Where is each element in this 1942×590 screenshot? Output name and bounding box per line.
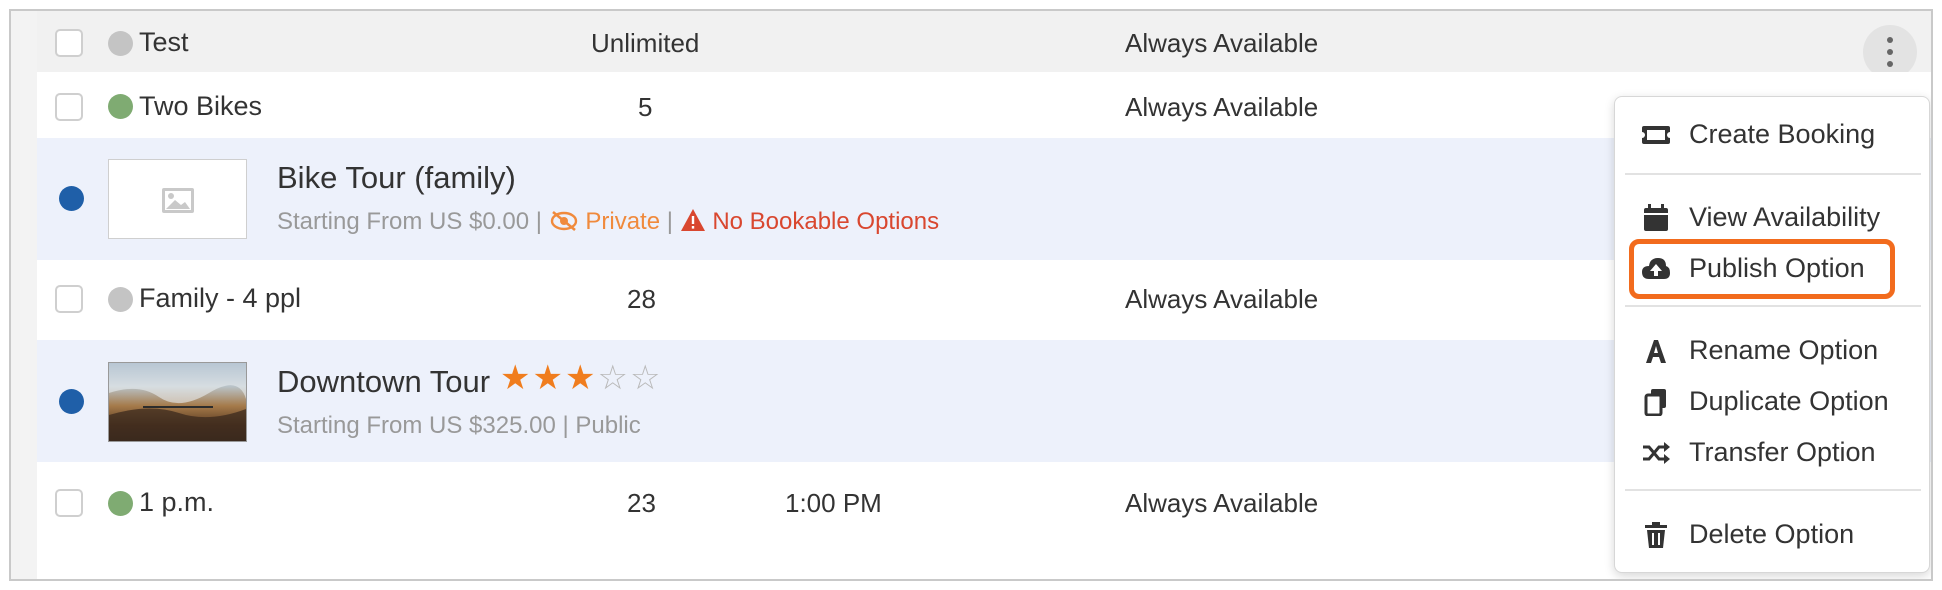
row-checkbox[interactable] <box>55 489 83 517</box>
calendar-icon <box>1644 204 1668 231</box>
starting-price: Starting From US $0.00 <box>277 208 530 235</box>
menu-item-rename-option[interactable]: Rename Option <box>1615 329 1931 373</box>
star-empty-icon: ☆ <box>597 359 630 397</box>
menu-item-transfer-option[interactable]: Transfer Option <box>1615 431 1931 475</box>
letter-a-icon <box>1646 340 1666 363</box>
option-name: Family - 4 ppl <box>139 283 302 313</box>
options-table: Test Unlimited Always Available Two Bike… <box>37 11 1931 579</box>
table-row[interactable]: Test Unlimited Always Available <box>37 11 1931 79</box>
status-dot <box>108 491 133 516</box>
menu-divider <box>1625 173 1921 175</box>
row-checkbox[interactable] <box>55 285 83 313</box>
tour-title[interactable]: Bike Tour (family) <box>277 160 516 196</box>
availability-cell: Always Available <box>1125 28 1319 58</box>
trash-icon <box>1645 522 1667 548</box>
row-checkbox[interactable] <box>55 93 83 121</box>
menu-item-delete-option[interactable]: Delete Option <box>1615 513 1931 557</box>
options-dropdown-menu: Create Booking View Availability Publish… <box>1614 96 1930 573</box>
quantity-cell: 5 <box>638 92 653 122</box>
tour-subtitle: Starting From US $0.00 | Private | No Bo… <box>277 208 940 235</box>
status-dot <box>108 94 133 119</box>
tour-status-dot <box>59 186 84 211</box>
copy-icon <box>1644 389 1666 416</box>
availability-cell: Always Available <box>1125 92 1319 122</box>
tour-photo <box>108 362 247 442</box>
star-empty-icon: ☆ <box>629 359 663 397</box>
visibility-label: Public <box>575 412 641 439</box>
quantity-cell: 23 <box>627 488 656 518</box>
star-filled-icon: ★ <box>500 359 533 397</box>
option-name: Two Bikes <box>139 91 263 121</box>
quantity-cell: 28 <box>627 284 656 314</box>
availability-cell: Always Available <box>1125 284 1319 314</box>
star-filled-icon: ★ <box>564 359 598 397</box>
starting-price: Starting From US $325.00 <box>277 412 556 439</box>
menu-item-duplicate-option[interactable]: Duplicate Option <box>1615 380 1931 424</box>
warning-triangle-icon <box>680 209 705 231</box>
menu-divider <box>1625 305 1921 307</box>
availability-cell: Always Available <box>1125 488 1319 518</box>
star-rating: ★★★☆☆ <box>500 358 662 398</box>
shuffle-icon <box>1643 442 1670 464</box>
status-dot <box>108 31 133 56</box>
more-options-button[interactable] <box>1863 25 1917 79</box>
status-dot <box>108 287 133 312</box>
tour-status-dot <box>59 389 84 414</box>
cloud-upload-icon <box>1642 258 1670 279</box>
option-name: Test <box>139 27 189 57</box>
menu-item-create-booking[interactable]: Create Booking <box>1615 113 1931 157</box>
options-panel: Test Unlimited Always Available Two Bike… <box>9 9 1933 581</box>
time-cell: 1:00 PM <box>785 488 882 518</box>
quantity-cell: Unlimited <box>591 28 700 58</box>
star-filled-icon: ★ <box>532 359 565 397</box>
eye-slash-icon <box>550 210 577 232</box>
tour-subtitle: Starting From US $325.00 | Public <box>277 412 641 439</box>
menu-item-view-availability[interactable]: View Availability <box>1615 196 1931 240</box>
ticket-icon <box>1641 126 1671 144</box>
image-placeholder-icon <box>108 159 247 239</box>
private-badge: Private <box>549 208 667 235</box>
menu-divider <box>1625 489 1921 491</box>
warning-badge: No Bookable Options <box>680 208 939 235</box>
option-name: 1 p.m. <box>139 487 215 517</box>
tour-title[interactable]: Downtown Tour <box>277 364 490 400</box>
menu-item-publish-option[interactable]: Publish Option <box>1615 247 1931 291</box>
row-checkbox[interactable] <box>55 29 83 57</box>
